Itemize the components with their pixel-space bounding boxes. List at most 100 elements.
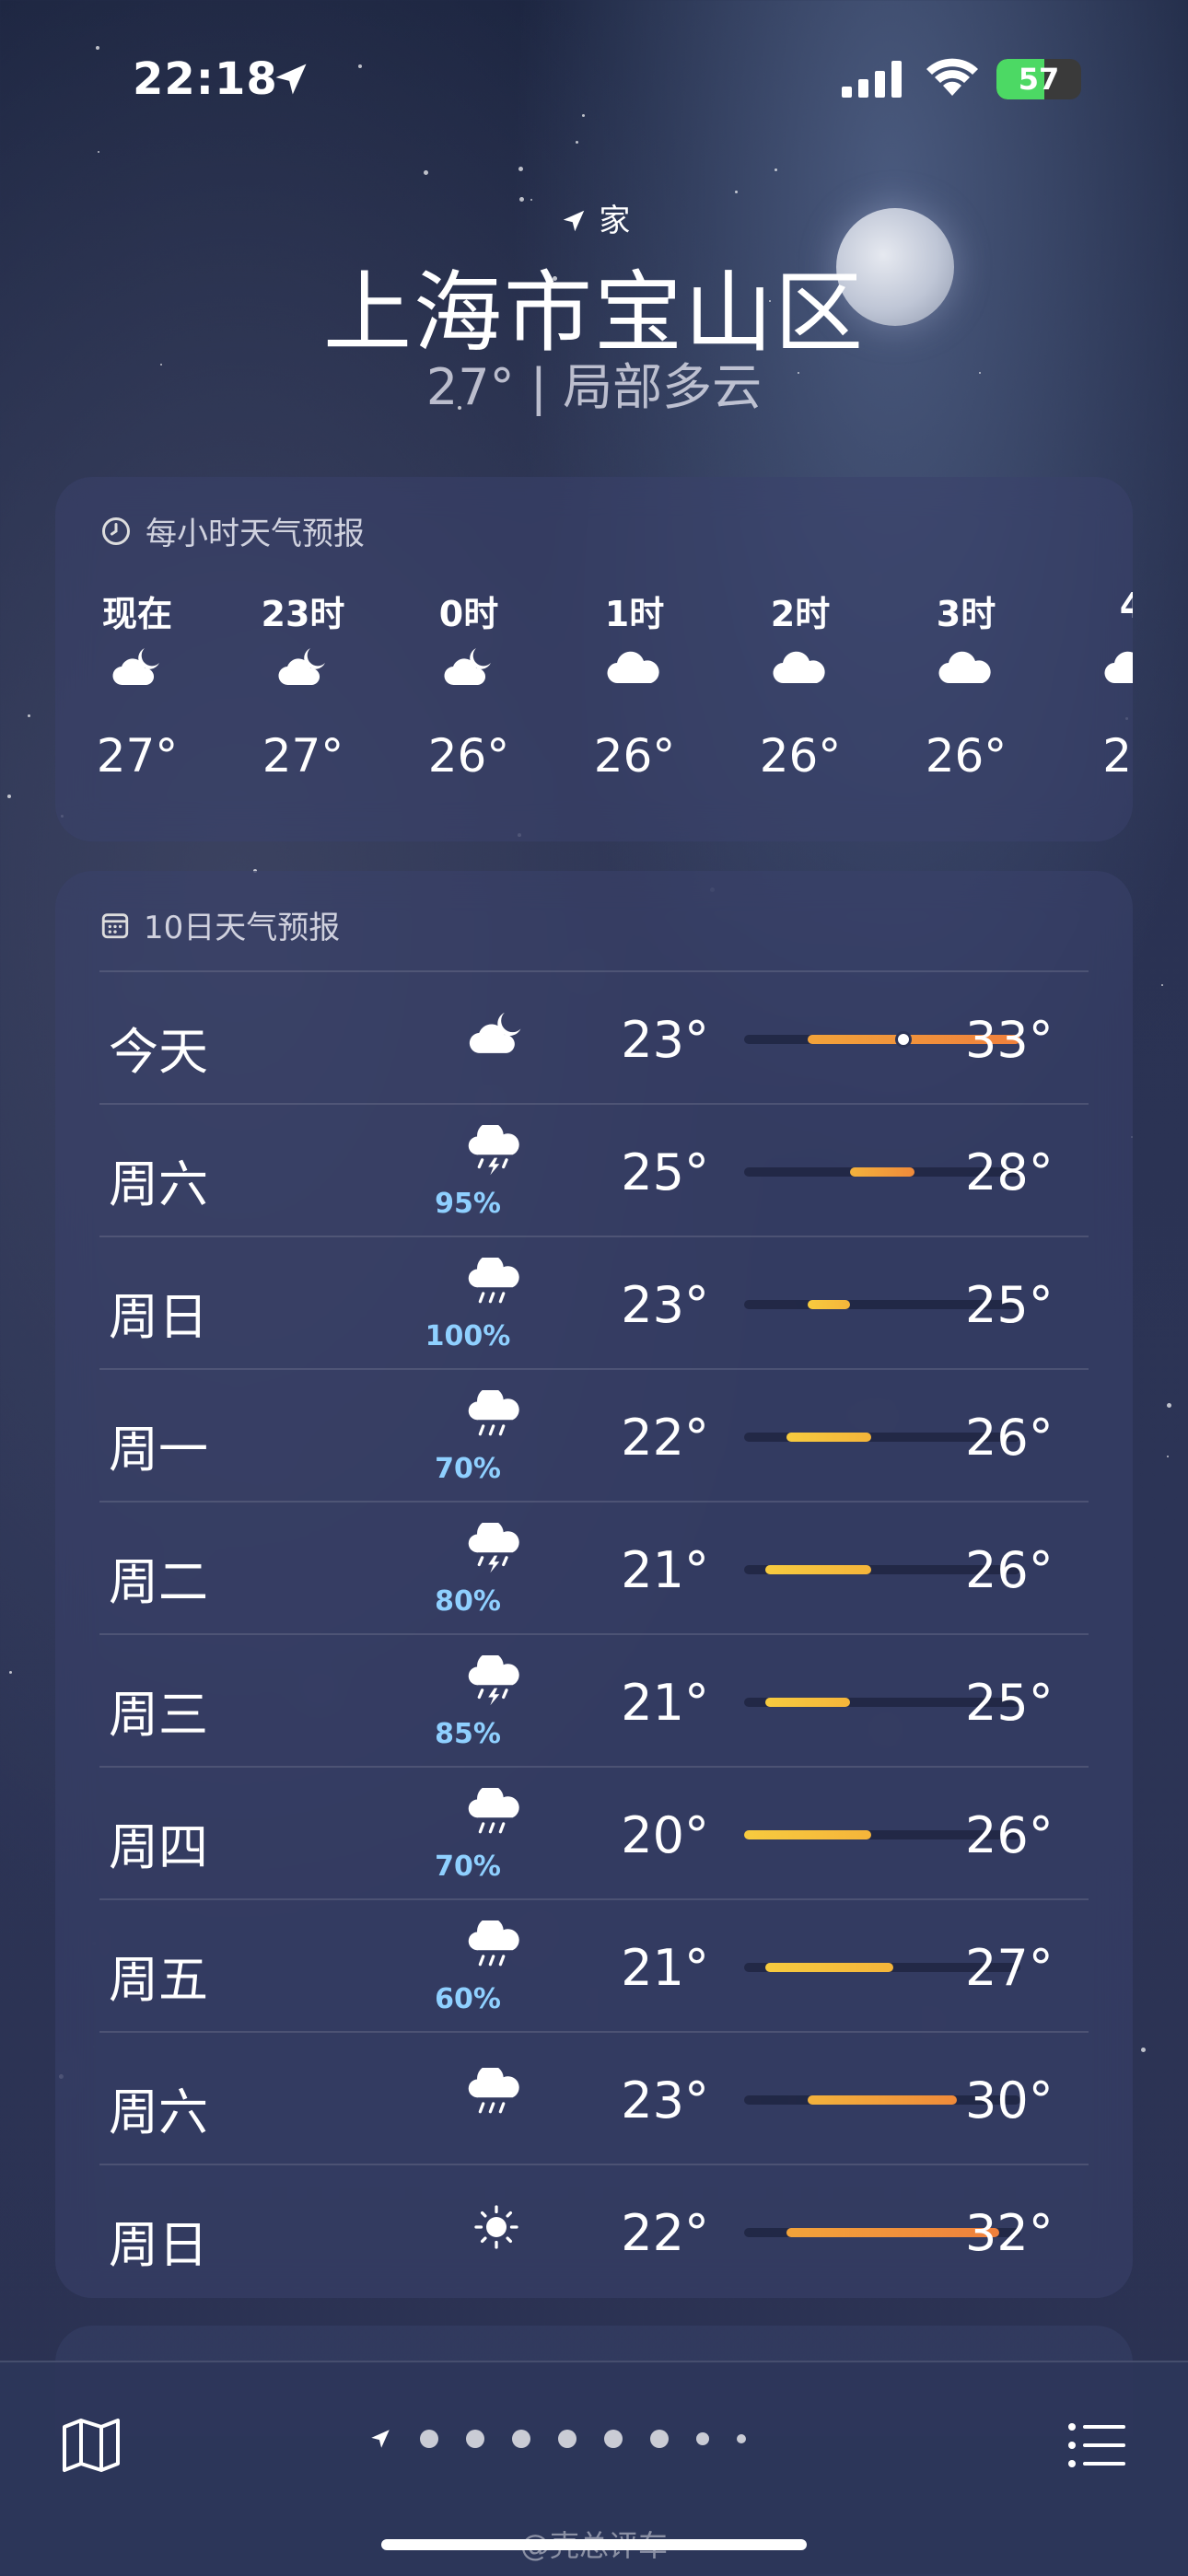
battery-indicator: 57 xyxy=(996,59,1081,99)
daily-row[interactable]: 周六 95% 25° 28° xyxy=(99,1103,1089,1237)
location-label: 家 xyxy=(0,195,1188,240)
clock: 22:18 xyxy=(133,53,278,105)
wifi-icon xyxy=(926,58,978,96)
star xyxy=(576,141,578,144)
temp-range-bar xyxy=(765,1963,893,1972)
daily-row[interactable]: 周日 100% 23° 25° xyxy=(99,1236,1089,1370)
low-temp: 20° xyxy=(621,1806,709,1864)
low-temp: 21° xyxy=(621,1541,709,1599)
star xyxy=(518,167,523,171)
location-arrow-icon xyxy=(563,210,584,232)
precip-chance: 100% xyxy=(425,1320,511,1352)
location-arrow-icon xyxy=(275,64,307,95)
daily-row[interactable]: 周五 60% 21° 27° xyxy=(99,1898,1089,2033)
day-label: 周一 xyxy=(109,1421,208,1479)
daily-forecast-title: 10日天气预报 xyxy=(144,910,341,946)
high-temp: 27° xyxy=(965,1939,1054,1997)
temp-range-bar xyxy=(765,1565,872,1574)
weather-icon-cell: 100% xyxy=(413,1258,523,1352)
cloud-moon-icon xyxy=(275,644,331,700)
star xyxy=(1167,1403,1171,1408)
high-temp: 26° xyxy=(965,1409,1054,1467)
hour-label: 1时 xyxy=(604,594,665,634)
temp-range-bar xyxy=(808,1300,851,1309)
weather-icon-cell: 60% xyxy=(413,1920,523,2015)
high-temp: 33° xyxy=(965,1011,1054,1069)
calendar-icon xyxy=(101,912,129,938)
precip-chance: 60% xyxy=(435,1983,501,2015)
low-temp: 23° xyxy=(621,1011,709,1069)
star xyxy=(582,114,585,117)
page-dot[interactable] xyxy=(466,2430,484,2448)
day-label: 周六 xyxy=(109,1155,208,1213)
daily-row[interactable]: 今天 23° 33° xyxy=(99,970,1089,1105)
temp-range-bar xyxy=(850,1167,914,1177)
map-icon[interactable] xyxy=(61,2418,122,2473)
day-label: 周三 xyxy=(109,1686,208,1744)
daily-row[interactable]: 周六 23° 30° xyxy=(99,2031,1089,2165)
high-temp: 25° xyxy=(965,1276,1054,1334)
hour-temp: 27° xyxy=(96,729,179,783)
daily-forecast-header: 10日天气预报 xyxy=(99,902,340,947)
hourly-forecast-card[interactable]: 每小时天气预报 现在 27° 23时 27° 0时 26° 1时 26° 2时 26° 3时 26° 4… xyxy=(55,477,1133,841)
page-dot[interactable] xyxy=(696,2432,709,2445)
day-label: 今天 xyxy=(109,1023,208,1081)
page-indicator[interactable] xyxy=(368,2427,774,2451)
temp-range-bar xyxy=(808,2095,957,2105)
weather-icon-cell: 95% xyxy=(413,1125,523,1220)
weather-icon-cell xyxy=(413,992,523,1085)
hour-temp: 26° xyxy=(593,729,676,783)
hour-label: 3时 xyxy=(936,594,996,634)
weather-icon-cell: 80% xyxy=(413,1523,523,1618)
star xyxy=(7,795,11,798)
day-label: 周六 xyxy=(109,2083,208,2141)
cellular-signal-icon xyxy=(842,61,902,98)
star xyxy=(424,170,428,175)
weather-icon-cell xyxy=(413,2053,523,2145)
weather-icon-cell: 70% xyxy=(413,1390,523,1485)
star xyxy=(775,168,777,171)
daily-row[interactable]: 周四 70% 20° 26° xyxy=(99,1766,1089,1900)
cloud-icon xyxy=(773,644,828,700)
page-dot[interactable] xyxy=(558,2430,577,2448)
precip-chance: 70% xyxy=(435,1851,501,1883)
page-dot[interactable] xyxy=(604,2430,623,2448)
daily-forecast-card[interactable]: 10日天气预报 今天 23° 33° 周六 95% 25° 28° 周日 100% 23° 25° 周… xyxy=(55,871,1133,2298)
day-label: 周二 xyxy=(109,1553,208,1611)
status-bar: 22:18 57 xyxy=(0,53,1188,109)
daily-row[interactable]: 周日 22° 32° xyxy=(99,2164,1089,2298)
current-temp-marker xyxy=(895,1031,913,1048)
hour-temp: 26° xyxy=(925,729,1007,783)
star xyxy=(28,714,30,717)
high-temp: 28° xyxy=(965,1143,1054,1201)
precip-chance: 95% xyxy=(435,1188,501,1220)
day-label: 周五 xyxy=(109,1951,208,2009)
current-location-page-icon[interactable] xyxy=(368,2427,392,2451)
hour-label: 0时 xyxy=(438,594,499,634)
day-label: 周日 xyxy=(109,1288,208,1346)
low-temp: 21° xyxy=(621,1939,709,1997)
daily-row[interactable]: 周三 85% 21° 25° xyxy=(99,1633,1089,1768)
cloud-icon xyxy=(607,644,662,700)
star xyxy=(1161,984,1163,986)
page-dot[interactable] xyxy=(420,2430,438,2448)
day-label: 周日 xyxy=(109,2216,208,2274)
location-name: 家 xyxy=(599,203,631,239)
daily-row[interactable]: 周一 70% 22° 26° xyxy=(99,1368,1089,1503)
weather-icon-cell: 70% xyxy=(413,1788,523,1883)
star xyxy=(735,191,738,193)
list-icon[interactable] xyxy=(1068,2423,1125,2467)
hour-label: 23时 xyxy=(261,594,345,634)
star xyxy=(96,46,99,50)
cloud-icon xyxy=(1104,644,1133,700)
high-temp: 25° xyxy=(965,1674,1054,1732)
low-temp: 22° xyxy=(621,1409,709,1467)
temp-range-bar xyxy=(765,1698,851,1707)
hour-temp: 27° xyxy=(262,729,344,783)
daily-row[interactable]: 周二 80% 21° 26° xyxy=(99,1501,1089,1635)
page-dot[interactable] xyxy=(737,2434,746,2443)
low-temp: 23° xyxy=(621,2071,709,2129)
page-dot[interactable] xyxy=(650,2430,669,2448)
high-temp: 26° xyxy=(965,1806,1054,1864)
page-dot[interactable] xyxy=(512,2430,530,2448)
